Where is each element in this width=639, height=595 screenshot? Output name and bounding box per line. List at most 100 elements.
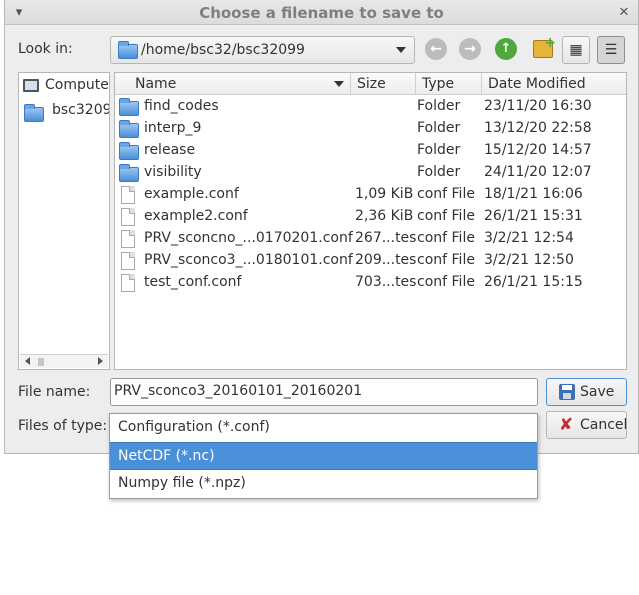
arrow-right-icon: → xyxy=(464,41,476,57)
file-date: 13/12/20 22:58 xyxy=(484,120,592,136)
cancel-icon: ✘ xyxy=(559,415,574,435)
file-row[interactable]: test_conf.conf 703...tes conf File 26/1/21 … xyxy=(115,272,626,294)
arrow-up-icon: ↑ xyxy=(500,41,512,56)
title-bar[interactable]: ▾ Choose a filename to save to ✕ xyxy=(5,0,638,25)
folder-icon xyxy=(118,41,138,59)
file-name: interp_9 xyxy=(144,120,202,136)
column-header-label: Size xyxy=(357,76,386,92)
folder-icon xyxy=(24,104,44,122)
file-type: conf File xyxy=(417,208,475,224)
column-header-label: Date Modified xyxy=(488,76,586,92)
file-name-input[interactable]: PRV_sconco3_20160101_20160201 xyxy=(110,378,538,406)
folder-icon xyxy=(119,98,139,116)
file-row[interactable]: PRV_sconco3_...0180101.conf 209...tes conf… xyxy=(115,250,626,272)
new-folder-button[interactable]: + xyxy=(533,35,556,58)
file-name-label: File name: xyxy=(18,384,91,400)
column-header-date[interactable]: Date Modified xyxy=(482,73,626,95)
look-in-label: Look in: xyxy=(18,41,73,57)
icon-view-button[interactable]: ▦ xyxy=(562,36,590,64)
document-icon xyxy=(121,208,135,226)
close-icon[interactable]: ✕ xyxy=(616,5,632,21)
file-type-option-highlighted[interactable]: NetCDF (*.nc) xyxy=(110,442,537,470)
file-type: conf File xyxy=(417,186,475,202)
list-view-button[interactable]: ☰ xyxy=(597,36,625,64)
file-name: example2.conf xyxy=(144,208,248,224)
file-date: 26/1/21 15:31 xyxy=(484,208,583,224)
horizontal-scrollbar[interactable] xyxy=(20,354,108,368)
folder-icon xyxy=(119,120,139,138)
file-date: 24/11/20 12:07 xyxy=(484,164,592,180)
file-type-option[interactable]: Configuration (*.conf) xyxy=(110,414,537,442)
look-in-path: /home/bsc32/bsc32099 xyxy=(141,42,305,58)
file-date: 26/1/21 15:15 xyxy=(484,274,583,290)
folder-icon xyxy=(119,142,139,160)
save-dialog: ▾ Choose a filename to save to ✕ Look in… xyxy=(4,0,639,454)
file-size: 209...tes xyxy=(355,252,417,268)
column-header-size[interactable]: Size xyxy=(351,73,416,95)
grid-icon: ▦ xyxy=(569,42,583,58)
places-sidebar[interactable]: Computer bsc32099 xyxy=(18,72,110,370)
file-type: Folder xyxy=(417,120,461,136)
file-row[interactable]: visibility Folder 24/11/20 12:07 xyxy=(115,162,626,184)
place-label: bsc32099 xyxy=(52,102,109,118)
file-name: visibility xyxy=(144,164,202,180)
file-type: Folder xyxy=(417,142,461,158)
cancel-button-label: Cancel xyxy=(580,417,628,433)
file-date: 23/11/20 16:30 xyxy=(484,98,592,114)
column-header-name[interactable]: Name xyxy=(115,73,351,95)
back-button[interactable]: ← xyxy=(425,38,447,60)
arrow-left-icon: ← xyxy=(430,41,442,57)
document-icon xyxy=(121,230,135,248)
file-row[interactable]: PRV_sconcno_...0170201.conf 267...tes conf… xyxy=(115,228,626,250)
parent-directory-button[interactable]: ↑ xyxy=(495,38,517,60)
scroll-thumb[interactable] xyxy=(38,358,44,366)
file-name: PRV_sconcno_...0170201.conf xyxy=(144,230,353,246)
plus-icon: + xyxy=(544,35,556,51)
file-type-option[interactable]: Numpy file (*.npz) xyxy=(110,470,537,498)
file-name: PRV_sconco3_...0180101.conf xyxy=(144,252,353,268)
file-date: 3/2/21 12:50 xyxy=(484,252,574,268)
file-list[interactable]: Name Size Type Date Modified find_codes F… xyxy=(114,72,627,370)
file-name: release xyxy=(144,142,196,158)
file-type: conf File xyxy=(417,230,475,246)
file-name: test_conf.conf xyxy=(144,274,242,290)
file-row[interactable]: example2.conf 2,36 KiB conf File 26/1/21 15… xyxy=(115,206,626,228)
file-row[interactable]: find_codes Folder 23/11/20 16:30 xyxy=(115,96,626,118)
file-row[interactable]: release Folder 15/12/20 14:57 xyxy=(115,140,626,162)
file-size: 267...tes xyxy=(355,230,417,246)
column-header-label: Name xyxy=(135,76,177,92)
folder-icon xyxy=(119,164,139,182)
file-date: 18/1/21 16:06 xyxy=(484,186,583,202)
file-type-label: Files of type: xyxy=(18,418,108,434)
document-icon xyxy=(121,274,135,292)
chevron-down-icon xyxy=(396,47,406,53)
file-size: 703...tes xyxy=(355,274,417,290)
file-date: 3/2/21 12:54 xyxy=(484,230,574,246)
file-date: 15/12/20 14:57 xyxy=(484,142,592,158)
computer-icon xyxy=(23,79,39,92)
forward-button[interactable]: → xyxy=(459,38,481,60)
file-size: 1,09 KiB xyxy=(355,186,414,202)
file-row[interactable]: interp_9 Folder 13/12/20 22:58 xyxy=(115,118,626,140)
file-type: conf File xyxy=(417,252,475,268)
column-header-label: Type xyxy=(422,76,455,92)
scroll-right-icon[interactable] xyxy=(98,357,103,365)
scroll-left-icon[interactable] xyxy=(25,357,30,365)
file-type: Folder xyxy=(417,98,461,114)
cancel-button[interactable]: ✘ Cancel xyxy=(546,411,627,439)
file-row[interactable]: example.conf 1,09 KiB conf File 18/1/21 16:… xyxy=(115,184,626,206)
document-icon xyxy=(121,186,135,204)
document-icon xyxy=(121,252,135,270)
file-name: find_codes xyxy=(144,98,219,114)
look-in-combo[interactable]: /home/bsc32/bsc32099 xyxy=(110,36,415,64)
file-size: 2,36 KiB xyxy=(355,208,414,224)
place-label: Computer xyxy=(45,77,110,93)
column-header-type[interactable]: Type xyxy=(416,73,482,95)
file-name: example.conf xyxy=(144,186,239,202)
save-button[interactable]: Save xyxy=(546,378,627,406)
file-type: conf File xyxy=(417,274,475,290)
file-type-dropdown[interactable]: Configuration (*.conf) NetCDF (*.nc) Num… xyxy=(109,413,538,499)
save-button-label: Save xyxy=(580,384,615,400)
sort-descending-icon xyxy=(334,81,344,87)
window-title: Choose a filename to save to xyxy=(199,4,444,22)
